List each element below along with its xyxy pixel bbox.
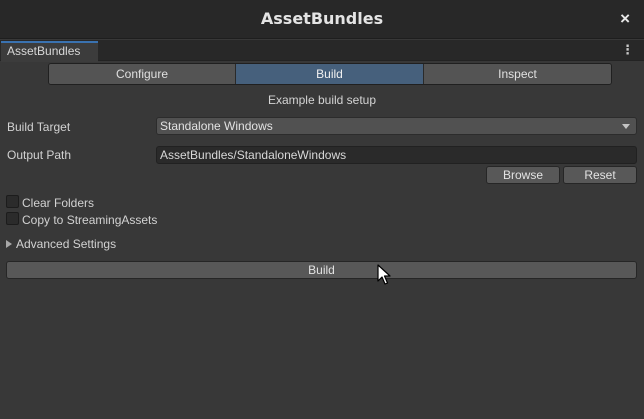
copy-streaming-assets-checkbox[interactable] — [6, 212, 19, 225]
close-icon[interactable]: × — [620, 9, 630, 29]
build-target-label: Build Target — [7, 120, 71, 134]
mode-inspect-button[interactable]: Inspect — [423, 64, 611, 84]
output-path-label: Output Path — [7, 148, 72, 162]
mode-build-button[interactable]: Build — [235, 64, 423, 84]
copy-streaming-assets-label: Copy to StreamingAssets — [22, 213, 158, 227]
clear-folders-checkbox[interactable] — [6, 195, 19, 208]
section-caption: Example build setup — [267, 93, 377, 107]
kebab-menu-icon[interactable]: ⋮ — [621, 43, 634, 57]
foldout-arrow-icon[interactable] — [6, 240, 12, 248]
title-bar: AssetBundles × — [0, 0, 644, 39]
build-button[interactable]: Build — [6, 261, 637, 279]
advanced-settings-foldout[interactable]: Advanced Settings — [16, 237, 116, 251]
dropdown-arrow-icon — [622, 124, 630, 129]
build-target-value: Standalone Windows — [160, 119, 273, 133]
tab-strip: AssetBundles ⋮ — [0, 40, 644, 62]
clear-folders-label: Clear Folders — [22, 196, 95, 210]
output-path-field[interactable]: AssetBundles/StandaloneWindows — [156, 146, 637, 164]
tab-assetbundles[interactable]: AssetBundles — [1, 41, 98, 62]
window-title: AssetBundles — [260, 9, 384, 28]
reset-button[interactable]: Reset — [563, 166, 637, 184]
build-target-dropdown[interactable]: Standalone Windows — [156, 117, 637, 135]
mode-configure-button[interactable]: Configure — [49, 64, 235, 84]
mode-toolbar: Configure Build Inspect — [48, 63, 612, 85]
mouse-cursor-icon — [377, 264, 391, 285]
browse-button[interactable]: Browse — [486, 166, 560, 184]
